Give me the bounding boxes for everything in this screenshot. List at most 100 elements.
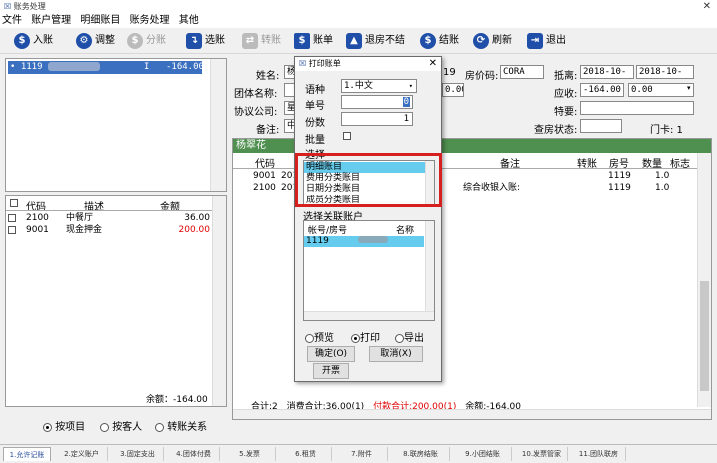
settle-button-label: 结账 xyxy=(439,35,459,46)
tab-group-linked-room[interactable]: 11.团队联房 xyxy=(572,447,626,461)
bill-type-item[interactable]: 成员分类账目 xyxy=(304,195,426,205)
menu-detail-items[interactable]: 明细账目 xyxy=(80,15,120,26)
special-label: 特要: xyxy=(554,107,578,118)
redacted-name xyxy=(47,62,100,71)
copies-field[interactable]: 1 xyxy=(341,112,413,126)
transfer-button-label: 转账 xyxy=(261,35,281,46)
menu-file[interactable]: 文件 xyxy=(2,15,22,26)
cancel-button[interactable]: 取消(X) xyxy=(369,346,423,362)
exit-button[interactable]: ⇥ 退出 xyxy=(527,31,566,51)
settle-button[interactable]: $ 结账 xyxy=(420,31,459,51)
refresh-button-label: 刷新 xyxy=(492,35,512,46)
bill-no-label: 单号 xyxy=(305,101,325,112)
rate-field[interactable]: 0.00 xyxy=(442,83,464,97)
export-radio[interactable]: 导出 xyxy=(395,329,424,344)
account-status: I xyxy=(144,62,150,72)
view-transfer-radio[interactable]: 转账关系 xyxy=(155,418,207,433)
app-logo-icon: ☒ xyxy=(4,2,12,11)
tab-attachment[interactable]: 7.附件 xyxy=(336,447,388,461)
tab-define-account[interactable]: 2.定义账户 xyxy=(56,447,108,461)
tab-allow-post[interactable]: 1.允许记账 xyxy=(3,447,51,461)
grid-scrollbar[interactable] xyxy=(212,196,226,406)
account-list[interactable]: • 1119 I -164.00 xyxy=(5,58,227,192)
price-code-field[interactable]: CORA xyxy=(500,65,544,79)
account-list-item[interactable]: • 1119 I -164.00 xyxy=(8,61,204,74)
tab-lease[interactable]: 6.租赁 xyxy=(280,447,332,461)
preview-radio[interactable]: 预览 xyxy=(305,329,334,344)
select-icon: ↴ xyxy=(186,33,202,49)
window-close-button[interactable]: ✕ xyxy=(703,0,711,13)
price-code-label: 房价码: xyxy=(465,71,499,82)
print-radio[interactable]: 打印 xyxy=(351,329,380,344)
menu-account-process[interactable]: 账务处理 xyxy=(130,15,170,26)
row-qty: 1.0 xyxy=(655,183,670,193)
adjust-button[interactable]: ⚙ 调整 xyxy=(76,31,115,51)
linked-hscrollbar[interactable] xyxy=(304,311,434,320)
print-bill-dialog: ☒ 打印账单 ✕ 语种 1.中文 ▾ 单号 0 份数 1 批量 选择 明细账目 … xyxy=(294,56,442,382)
account-amount: -164.00 xyxy=(166,62,204,72)
transfer-button[interactable]: ⇄ 转账 xyxy=(242,31,281,51)
tab-invoice[interactable]: 5.发票 xyxy=(224,447,276,461)
row-checkbox[interactable] xyxy=(8,213,16,222)
gear-icon: ⚙ xyxy=(76,33,92,49)
detail-scrollbar[interactable] xyxy=(697,153,711,407)
batch-checkbox[interactable] xyxy=(343,132,351,140)
account-list-scrollbar[interactable] xyxy=(210,59,226,191)
receivable-select[interactable]: 0.00 xyxy=(628,83,694,97)
refresh-button[interactable]: ⟳ 刷新 xyxy=(473,31,512,51)
receivable-field[interactable]: -164.00 xyxy=(580,83,624,97)
open-invoice-button[interactable]: 开票 xyxy=(313,363,349,379)
dialog-titlebar: ☒ 打印账单 ✕ xyxy=(295,57,441,71)
dialog-close-button[interactable]: ✕ xyxy=(429,57,437,71)
depart-date-field[interactable]: 2018-10-14 xyxy=(636,65,694,79)
table-row[interactable]: 9001 现金押金 200.00 xyxy=(8,224,212,236)
bill-type-item[interactable]: 日期分类账目 xyxy=(304,184,426,195)
bill-type-scrollbar[interactable] xyxy=(425,161,434,205)
exit-button-label: 退出 xyxy=(546,35,566,46)
menu-other[interactable]: 其他 xyxy=(179,15,199,26)
linked-account-row[interactable]: 1119 xyxy=(304,236,424,247)
arrive-depart-label: 抵离: xyxy=(554,71,578,82)
checkout-button[interactable]: ▲ 退房不结 xyxy=(346,31,405,51)
room-status-field[interactable] xyxy=(580,119,622,133)
bill-type-item[interactable]: 费用分类账目 xyxy=(304,173,426,184)
split-button[interactable]: $ 分账 xyxy=(127,31,166,51)
select-button[interactable]: ↴ 选账 xyxy=(186,31,225,51)
linked-account-list[interactable]: 帐号/房号 名称 1119 xyxy=(303,220,435,321)
balance-row: 余额：-164.00 xyxy=(146,392,208,405)
linked-scrollbar[interactable] xyxy=(425,221,434,311)
special-field[interactable] xyxy=(580,101,694,115)
arrive-date-field[interactable]: 2018-10-12 xyxy=(580,65,634,79)
ok-button[interactable]: 确定(O) xyxy=(307,346,355,362)
row-checkbox[interactable] xyxy=(8,225,16,234)
tab-small-group-settle[interactable]: 9.小团结账 xyxy=(454,447,512,461)
row-qty: 1.0 xyxy=(655,171,670,181)
bill-button[interactable]: $ 账单 xyxy=(294,31,333,51)
menu-account-manage[interactable]: 账户管理 xyxy=(31,15,71,26)
tab-group-pay[interactable]: 4.团体付费 xyxy=(168,447,220,461)
tab-fixed-expense[interactable]: 3.固定支出 xyxy=(112,447,164,461)
detail-hscrollbar[interactable] xyxy=(233,409,711,419)
table-row[interactable]: 2100 中餐厅 36.00 xyxy=(8,212,212,224)
row-desc: 中餐厅 xyxy=(66,213,94,223)
grid-header-checkbox[interactable] xyxy=(10,198,18,209)
row-room: 1119 xyxy=(608,171,631,181)
row-amount: 36.00 xyxy=(184,213,210,223)
tab-linked-room-settle[interactable]: 8.联房结账 xyxy=(392,447,450,461)
language-select[interactable]: 1.中文 ▾ xyxy=(341,79,417,93)
bottom-tab-bar: 1.允许记账 2.定义账户 3.固定支出 4.团体付费 5.发票 6.租赁 7.… xyxy=(0,444,717,463)
row-code: 2100 xyxy=(253,183,276,193)
view-by-item-radio[interactable]: 按项目 xyxy=(43,418,85,433)
view-by-guest-radio[interactable]: 按客人 xyxy=(100,418,142,433)
item-grid: 代码 描述 金额 2100 中餐厅 36.00 9001 现金押金 200.00… xyxy=(5,195,227,407)
bill-type-item[interactable]: 明细账目 xyxy=(304,162,426,173)
post-button[interactable]: $ 入账 xyxy=(14,31,53,51)
tab-invoice-manager[interactable]: 10.发票管家 xyxy=(516,447,568,461)
remark-label: 备注: xyxy=(256,125,280,136)
bill-type-list[interactable]: 明细账目 费用分类账目 日期分类账目 成员分类账目 xyxy=(303,160,435,206)
chevron-down-icon: ▾ xyxy=(687,84,691,92)
checkout-icon: ▲ xyxy=(346,33,362,49)
bill-no-field[interactable]: 0 xyxy=(341,95,413,109)
bill-button-label: 账单 xyxy=(313,35,333,46)
refresh-icon: ⟳ xyxy=(473,33,489,49)
